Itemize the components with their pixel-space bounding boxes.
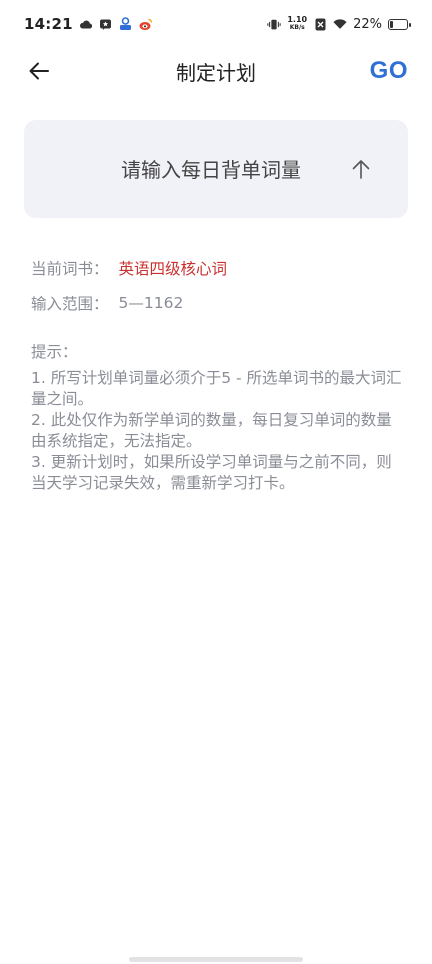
net-speed-value: 1.10 — [287, 15, 308, 24]
tip-item: 1. 所写计划单词量必须介于5 - 所选单词书的最大词汇量之间。 — [31, 369, 402, 408]
current-book-label: 当前词书： — [31, 260, 109, 278]
home-indicator[interactable] — [129, 957, 303, 962]
tips-list: 1. 所写计划单词量必须介于5 - 所选单词书的最大词汇量之间。 2. 此处仅作… — [31, 368, 403, 494]
input-range-label: 输入范围： — [31, 295, 109, 313]
input-range-row: 输入范围： 5—1162 — [31, 292, 183, 314]
header-bar: 制定计划 GO — [0, 48, 432, 94]
back-arrow-icon — [29, 62, 49, 80]
net-speed: 1.10 KB/s — [287, 16, 307, 32]
daily-word-count-input[interactable] — [64, 120, 358, 220]
net-speed-unit: KB/s — [289, 24, 305, 31]
tip-item: 3. 更新计划时，如果所设学习单词量与之前不同，则当天学习记录失效，需重新学习打… — [31, 453, 392, 492]
battery-percent: 22% — [353, 16, 382, 32]
weibo-icon — [139, 17, 153, 31]
status-time: 14:21 — [24, 15, 73, 33]
arrow-up-icon[interactable] — [350, 158, 372, 180]
page-title: 制定计划 — [176, 60, 256, 85]
current-book-name: 英语四级核心词 — [118, 260, 228, 278]
cloud-icon — [79, 17, 93, 31]
battery-fill — [390, 20, 393, 28]
status-left: 14:21 — [24, 15, 153, 33]
go-button[interactable]: GO — [370, 57, 408, 85]
current-book-row: 当前词书： 英语四级核心词 — [31, 257, 227, 279]
daily-word-count-card — [24, 120, 408, 220]
plan-setting-screen: 14:21 1.10 KB/s 22% 制定计划 GO 请输入每日背单词量 当前… — [0, 0, 432, 964]
vibrate-icon — [267, 17, 281, 31]
input-range-value: 5—1162 — [118, 294, 184, 312]
back-button[interactable] — [26, 58, 52, 84]
tip-item: 2. 此处仅作为新学单词的数量，每日复习单词的数量由系统指定，无法指定。 — [31, 411, 392, 450]
status-bar: 14:21 1.10 KB/s 22% — [0, 0, 432, 48]
wifi-icon — [333, 17, 347, 31]
battery-icon — [388, 18, 411, 30]
tips-title: 提示： — [31, 343, 78, 361]
message-icon — [99, 17, 113, 31]
nfc-icon — [313, 17, 327, 31]
status-right: 1.10 KB/s 22% — [267, 16, 411, 32]
app-badge-icon — [119, 17, 133, 31]
